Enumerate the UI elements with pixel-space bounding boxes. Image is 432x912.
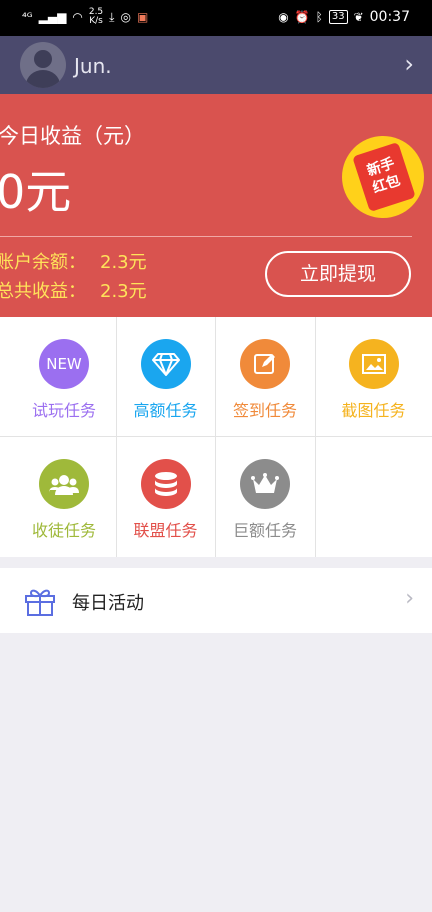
task-checkin[interactable]: 签到任务 [215, 317, 315, 437]
withdraw-button[interactable]: 立即提现 [265, 251, 411, 297]
crown-icon [240, 459, 290, 509]
network-speed: 2.5 K/s [89, 8, 103, 26]
task-label: 截图任务 [341, 401, 406, 420]
alarm-icon: ⏰ [294, 10, 310, 24]
image-icon [348, 339, 399, 389]
battery-indicator: 33 [328, 10, 348, 24]
task-label: 签到任务 [232, 401, 297, 420]
task-label: 高额任务 [133, 401, 198, 420]
total-earnings-label: 总共收益： [0, 281, 86, 302]
task-grid: NEW 试玩任务 高额任务 签到任务 截图任务 收徒任务 联盟任务 巨额任务 [0, 317, 432, 557]
download-icon: ⤓ [109, 10, 115, 24]
daily-activity-row[interactable]: 每日活动 › [0, 568, 432, 633]
task-trial[interactable]: NEW 试玩任务 [12, 317, 116, 437]
leaf-icon: ❦ [353, 10, 364, 24]
task-alliance[interactable]: 联盟任务 [116, 437, 215, 557]
task-huge[interactable]: 巨额任务 [215, 437, 315, 557]
task-recruit[interactable]: 收徒任务 [12, 437, 116, 557]
red-envelope-icon: 新手 红包 [352, 142, 416, 212]
new-user-redpack-button[interactable]: 新手 红包 [342, 136, 424, 218]
divider [0, 236, 412, 237]
gift-notification-icon: ▣ [136, 10, 149, 24]
people-icon [39, 459, 89, 509]
avatar[interactable] [20, 42, 66, 88]
wifi-icon: ◠ [72, 10, 83, 24]
edit-icon [240, 339, 290, 389]
eye-icon: ◉ [278, 10, 289, 24]
task-label: 试玩任务 [31, 401, 96, 420]
total-earnings-value: 2.3元 [100, 281, 147, 302]
task-label: 收徒任务 [31, 521, 96, 540]
today-earnings-label: 今日收益（元） [0, 124, 145, 148]
speed-unit: K/s [89, 16, 103, 26]
balance-row: 账户余额： 2.3元 [0, 248, 147, 274]
database-icon [140, 459, 191, 509]
app-notification-icon: ◎ [120, 10, 131, 24]
section-gap [0, 557, 432, 568]
signal-icon: ⁴ᴳ [22, 10, 33, 24]
new-badge-icon: NEW [39, 339, 89, 389]
balance-value: 2.3元 [100, 252, 147, 273]
earnings-panel: 今日收益（元） 0元 新手 红包 账户余额： 2.3元 总共收益： 2.3元 立即提… [0, 94, 432, 317]
chevron-right-icon[interactable]: › [405, 586, 414, 611]
task-label: 联盟任务 [133, 521, 198, 540]
task-screenshot[interactable]: 截图任务 [315, 317, 432, 437]
today-earnings-value: 0元 [0, 165, 72, 219]
task-high-value[interactable]: 高额任务 [116, 317, 215, 437]
cell-bars-icon: ▂▄▆ [38, 10, 67, 24]
balance-label: 账户余额： [0, 252, 86, 273]
bluetooth-icon: ᛒ [315, 10, 323, 24]
diamond-icon [140, 339, 191, 389]
total-earnings-row: 总共收益： 2.3元 [0, 277, 147, 303]
daily-activity-label: 每日活动 [72, 593, 144, 614]
username: Jun. [74, 54, 112, 78]
profile-bar[interactable]: Jun. › [0, 36, 432, 94]
status-bar: ⁴ᴳ ▂▄▆ ◠ 2.5 K/s ⤓ ◎ ▣ ◉ ⏰ ᛒ 33 ❦ 00:37 [0, 0, 432, 36]
chevron-right-icon[interactable]: › [404, 50, 414, 78]
gift-icon [24, 585, 56, 617]
clock: 00:37 [369, 9, 410, 25]
task-label: 巨额任务 [232, 521, 297, 540]
